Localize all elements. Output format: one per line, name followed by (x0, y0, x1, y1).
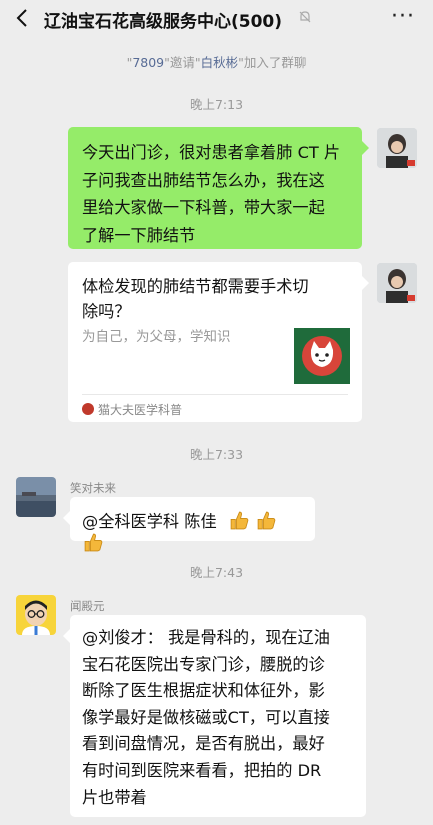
avatar[interactable] (16, 595, 56, 635)
sender-name: 笑对未来 (70, 481, 116, 495)
timestamp: 晚上7:43 (189, 565, 244, 580)
message-line: 宝石花医院出专家门诊，腰脱的诊 (82, 654, 325, 674)
avatar-image (16, 595, 56, 635)
message-line: 了解一下肺结节 (82, 225, 196, 245)
article-card[interactable]: 体检发现的肺结节都需要手术切 除吗？ 为自己，为父母，学知识 猫大夫医学科普 (68, 262, 369, 422)
thumbs-up-icon (257, 511, 276, 530)
message-line: @刘俊才： 我是骨科的，现在辽油 (82, 628, 330, 647)
chat-header: 辽油宝石花高级服务中心(500) ··· (0, 0, 433, 36)
avatar-image (16, 477, 56, 517)
message-line: 有时间到医院来看看，把拍的 DR (82, 760, 322, 780)
message-line: 子问我查出肺结节怎么办，我在这 (82, 170, 325, 190)
message-bubble-self[interactable]: 今天出门诊，很对患者拿着肺 CT 片 子问我查出肺结节怎么办，我在这 里给大家做… (68, 127, 369, 249)
card-title: 体检发现的肺结节都需要手术切 除吗？ (82, 274, 350, 324)
timestamp: 晚上7:13 (189, 97, 244, 112)
message-line: 看到间盘情况，是否有脱出，最好 (82, 734, 325, 754)
message-line: 今天出门诊，很对患者拿着肺 CT 片 (82, 143, 341, 162)
invitee-link[interactable]: 白秋彬 (201, 55, 239, 70)
card-title-line: 除吗？ (82, 302, 131, 321)
chevron-left-icon[interactable] (12, 7, 34, 29)
avatar[interactable] (377, 263, 417, 303)
avatar-image (377, 128, 417, 168)
bell-off-icon (299, 11, 311, 23)
inviter-link[interactable]: 7809 (132, 55, 164, 70)
timestamp: 晚上7:33 (189, 447, 244, 462)
notice-verb: 邀请 (169, 55, 195, 70)
thumbs-up-icon (84, 533, 103, 552)
message-line: 断除了医生根据症状和体征外，影 (82, 681, 325, 701)
card-description: 为自己，为父母，学知识 (82, 329, 231, 345)
card-thumbnail (294, 328, 350, 384)
sender-name: 闻殿元 (70, 599, 105, 613)
card-title-line: 体检发现的肺结节都需要手术切 (82, 277, 309, 296)
more-options-button[interactable]: ··· (391, 6, 415, 28)
message-text: @全科医学科 陈佳 (82, 512, 217, 531)
system-notice: "7809"邀请"白秋彬"加入了群聊 (126, 55, 307, 70)
card-source: 猫大夫医学科普 (98, 403, 183, 417)
avatar-image (377, 263, 417, 303)
message-bubble-other[interactable]: @刘俊才： 我是骨科的，现在辽油 宝石花医院出专家门诊，腰脱的诊 断除了医生根据… (63, 615, 366, 817)
thumbs-up-icon (230, 511, 249, 530)
source-icon (82, 403, 94, 415)
cat-logo-icon (294, 328, 350, 384)
card-divider (82, 394, 348, 395)
chat-title: 辽油宝石花高级服务中心(500) (44, 12, 283, 32)
avatar[interactable] (16, 477, 56, 517)
message-line: 里给大家做一下科普，带大家一起 (82, 198, 325, 217)
avatar[interactable] (377, 128, 417, 168)
message-line: 片也带着 (82, 787, 147, 807)
message-line: 像学最好是做核磁或CT，可以直接 (82, 707, 330, 727)
message-bubble-other[interactable]: @全科医学科 陈佳 (63, 497, 315, 552)
notice-suffix: 加入了群聊 (243, 55, 307, 70)
